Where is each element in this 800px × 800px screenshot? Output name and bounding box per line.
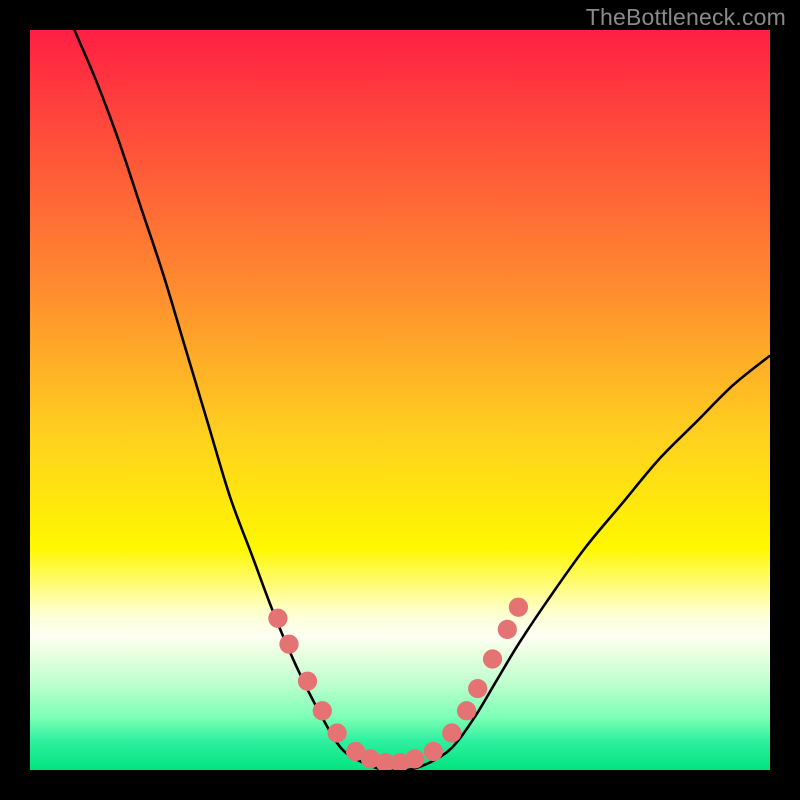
curve-marker: [457, 701, 476, 720]
curve-marker: [468, 679, 487, 698]
curve-marker: [405, 749, 424, 768]
chart-plot-area: [30, 30, 770, 770]
curve-marker: [298, 672, 317, 691]
curve-marker: [327, 723, 346, 742]
curve-markers: [268, 598, 528, 770]
curve-marker: [483, 649, 502, 668]
curve-marker: [313, 701, 332, 720]
watermark-text: TheBottleneck.com: [586, 4, 786, 31]
curve-marker: [268, 609, 287, 628]
curve-layer: [30, 30, 770, 770]
curve-marker: [442, 723, 461, 742]
curve-marker: [279, 635, 298, 654]
curve-marker: [424, 742, 443, 761]
curve-marker: [509, 598, 528, 617]
chart-frame: TheBottleneck.com: [0, 0, 800, 800]
bottleneck-curve: [74, 30, 770, 770]
curve-marker: [498, 620, 517, 639]
